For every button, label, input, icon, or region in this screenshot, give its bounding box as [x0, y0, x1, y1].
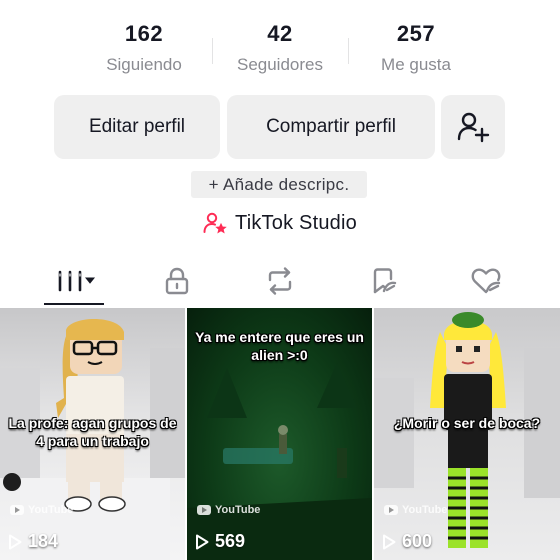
bookmark-icon	[373, 268, 397, 294]
tab-active-indicator	[44, 303, 104, 305]
tab-favorites[interactable]	[327, 258, 439, 304]
tab-liked[interactable]	[430, 258, 542, 304]
stat-following[interactable]: 162 Siguiendo	[74, 18, 214, 80]
tab-videos[interactable]	[18, 258, 130, 304]
video-thumbnail[interactable]: ¿Morir o ser de boca? YouTube 600	[374, 308, 560, 560]
video-thumbnail[interactable]: La profe: agan grupos de 4 para un traba…	[0, 308, 185, 560]
edit-profile-button[interactable]: Editar perfil	[54, 95, 220, 159]
watermark-label: YouTube	[402, 504, 448, 516]
play-icon	[9, 534, 22, 549]
watermark-label: YouTube	[215, 504, 261, 516]
likes-count: 257	[396, 21, 436, 46]
view-count: 569	[195, 531, 245, 552]
profile-tabs	[0, 258, 560, 306]
play-icon	[196, 534, 209, 549]
view-count: 600	[382, 531, 432, 552]
add-description-button[interactable]: + Añade descripc.	[191, 171, 367, 198]
video-caption: Ya me entere que eres un alien >:0	[195, 329, 364, 363]
tiktok-studio-link[interactable]: TikTok Studio	[0, 208, 560, 238]
video-caption: ¿Morir o ser de boca?	[393, 415, 541, 431]
lock-icon	[165, 267, 189, 295]
stat-likes[interactable]: 257 Me gusta	[346, 18, 486, 80]
youtube-logo-icon	[384, 505, 398, 515]
add-user-icon	[457, 112, 490, 143]
watermark-label: YouTube	[28, 504, 74, 516]
video-grid: La profe: agan grupos de 4 para un traba…	[0, 308, 560, 560]
tab-reposts[interactable]	[224, 258, 336, 304]
play-icon	[383, 534, 396, 549]
repost-icon	[268, 267, 292, 295]
profile-stats: 162 Siguiendo 42 Seguidores 257 Me gusta	[0, 18, 560, 80]
followers-count: 42	[267, 21, 293, 46]
liked-heart-icon	[471, 268, 501, 294]
stat-followers[interactable]: 42 Seguidores	[210, 18, 350, 80]
youtube-watermark: YouTube	[10, 504, 73, 516]
following-count: 162	[124, 21, 164, 46]
youtube-logo-icon	[197, 505, 211, 515]
view-count: 184	[8, 531, 58, 552]
studio-label: TikTok Studio	[235, 211, 357, 234]
grid-icon	[58, 270, 96, 292]
view-count-value: 600	[402, 531, 433, 551]
youtube-watermark: YouTube	[197, 504, 260, 516]
followers-label: Seguidores	[236, 55, 323, 74]
likes-label: Me gusta	[381, 55, 451, 74]
roblox-avatar-illustration	[374, 312, 560, 548]
following-label: Siguiendo	[106, 55, 182, 74]
youtube-watermark: YouTube	[384, 504, 447, 516]
video-thumbnail[interactable]: Ya me entere que eres un alien >:0 YouTu…	[187, 308, 372, 560]
view-count-value: 184	[28, 531, 59, 551]
view-count-value: 569	[215, 531, 246, 551]
share-profile-button[interactable]: Compartir perfil	[227, 95, 435, 159]
studio-user-star-icon	[203, 212, 227, 234]
tab-private[interactable]	[121, 258, 233, 304]
youtube-logo-icon	[10, 505, 24, 515]
add-friend-button[interactable]	[441, 95, 505, 159]
video-caption: La profe: agan grupos de 4 para un traba…	[8, 415, 177, 449]
